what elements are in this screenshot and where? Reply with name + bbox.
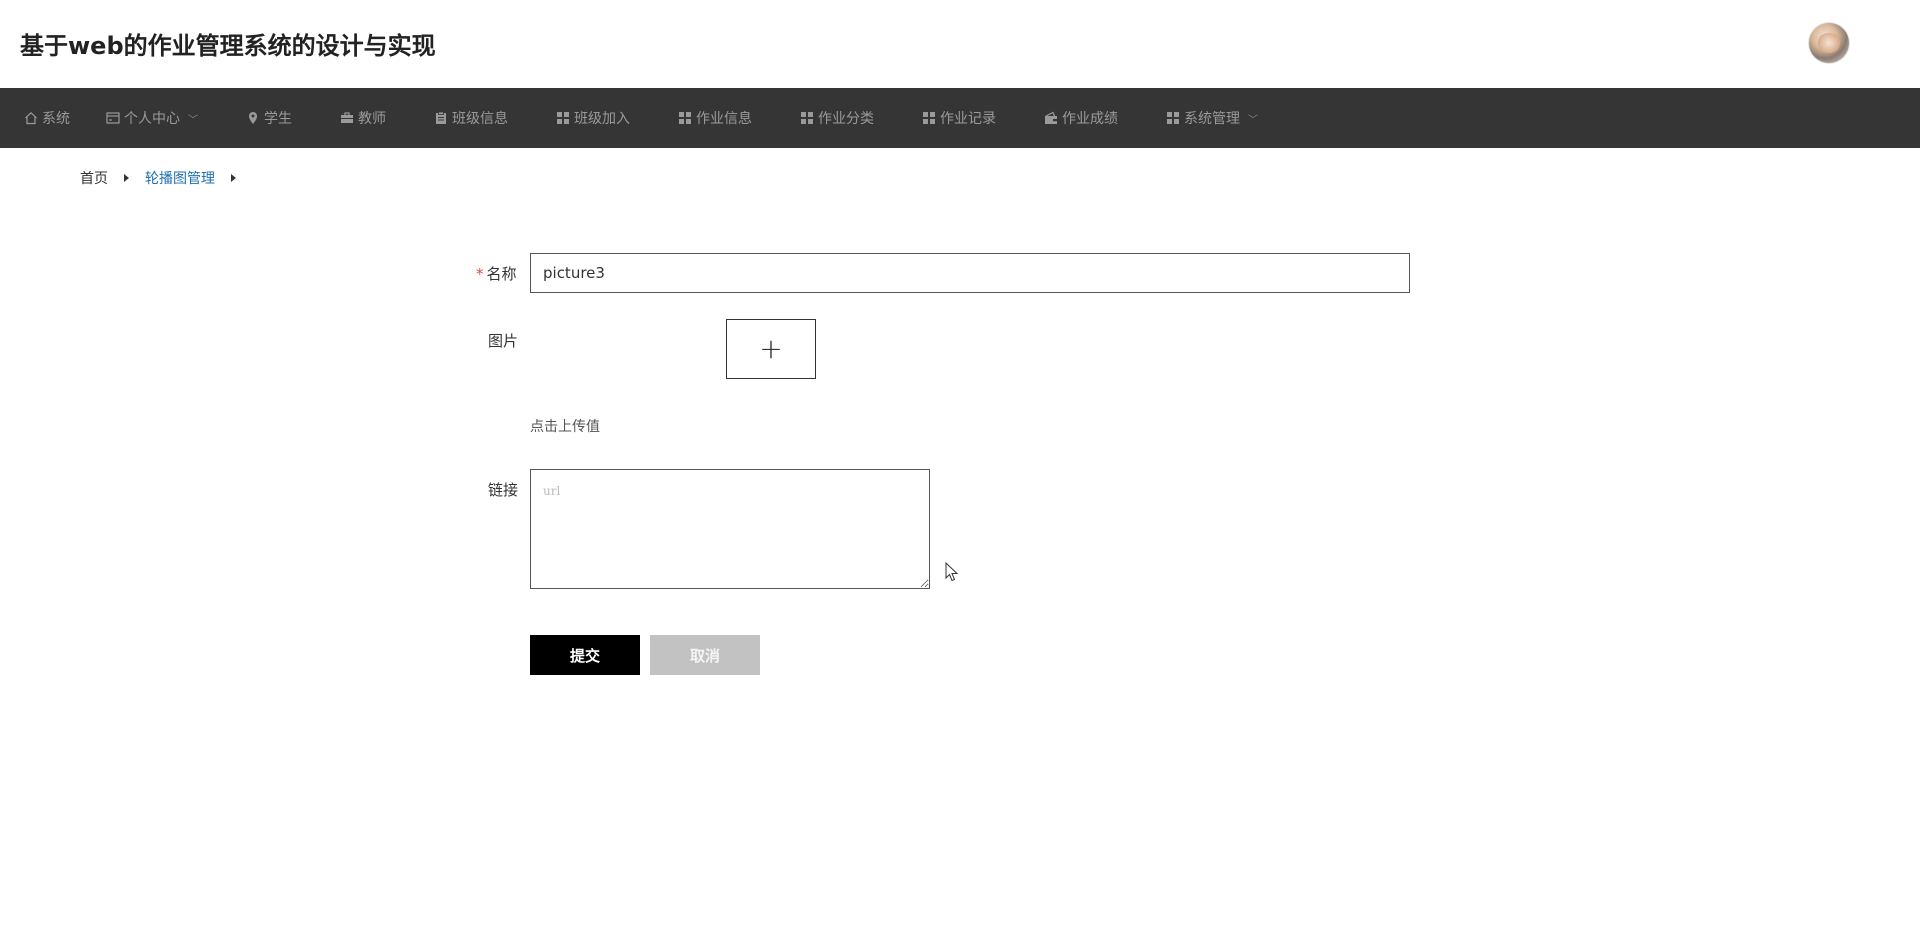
nav-item-personal-center[interactable]: 个人中心 ﹀ — [106, 88, 198, 148]
name-input[interactable] — [530, 253, 1410, 293]
site-title: 基于web的作业管理系统的设计与实现 — [20, 32, 436, 60]
grid-icon — [1166, 111, 1180, 125]
clipboard-icon — [434, 111, 448, 125]
caret-right-icon — [124, 174, 129, 182]
nav-item-homework-records[interactable]: 作业记录 — [922, 88, 996, 148]
upload-hint: 点击上传值 — [530, 419, 600, 435]
name-label: * 名称 — [476, 263, 517, 284]
nav-item-system-management[interactable]: 系统管理 ﹀ — [1166, 88, 1258, 148]
breadcrumb: 首页 轮播图管理 — [80, 168, 252, 188]
nav-item-label: 作业分类 — [818, 111, 874, 127]
mouse-cursor-icon — [945, 562, 959, 582]
nav-item-label: 作业记录 — [940, 111, 996, 127]
nav-item-label: 系统 — [42, 111, 70, 127]
grid-icon — [800, 111, 814, 125]
nav-item-label: 班级加入 — [574, 111, 630, 127]
nav-item-teachers[interactable]: 教师 — [340, 88, 386, 148]
main-nav: 系统 个人中心 ﹀ 学生 教师 班级信息 班级加入 作业信息 作业分类 作业记录… — [0, 88, 1920, 148]
required-mark: * — [476, 265, 484, 283]
briefcase-icon — [340, 111, 354, 125]
link-textarea[interactable] — [530, 469, 930, 589]
card-icon — [106, 111, 120, 125]
submit-button[interactable]: 提交 — [530, 635, 640, 675]
breadcrumb-home[interactable]: 首页 — [80, 168, 108, 188]
plus-icon: + — [759, 332, 783, 365]
name-label-text: 名称 — [486, 265, 517, 283]
nav-item-class-info[interactable]: 班级信息 — [434, 88, 508, 148]
home-icon — [24, 111, 38, 125]
nav-item-system[interactable]: 系统 — [24, 88, 70, 148]
user-avatar[interactable] — [1808, 22, 1850, 64]
link-label: 链接 — [488, 481, 519, 499]
header: 基于web的作业管理系统的设计与实现 — [0, 0, 1920, 88]
location-pin-icon — [246, 111, 260, 125]
nav-item-label: 教师 — [358, 111, 386, 127]
cancel-button[interactable]: 取消 — [650, 635, 760, 675]
nav-item-class-join[interactable]: 班级加入 — [556, 88, 630, 148]
image-label: 图片 — [488, 332, 519, 350]
nav-item-homework-category[interactable]: 作业分类 — [800, 88, 874, 148]
nav-item-label: 学生 — [264, 111, 292, 127]
nav-item-label: 系统管理 — [1184, 111, 1240, 127]
caret-right-icon — [231, 174, 236, 182]
breadcrumb-current[interactable]: 轮播图管理 — [145, 168, 215, 188]
wallet-icon — [1044, 111, 1058, 125]
grid-icon — [922, 111, 936, 125]
chevron-down-icon: ﹀ — [188, 114, 198, 126]
grid-icon — [678, 111, 692, 125]
nav-item-homework-info[interactable]: 作业信息 — [678, 88, 752, 148]
nav-item-label: 个人中心 — [124, 111, 180, 127]
chevron-down-icon: ﹀ — [1248, 114, 1258, 126]
nav-item-label: 作业信息 — [696, 111, 752, 127]
nav-item-label: 班级信息 — [452, 111, 508, 127]
nav-item-homework-grades[interactable]: 作业成绩 — [1044, 88, 1118, 148]
nav-item-label: 作业成绩 — [1062, 111, 1118, 127]
grid-icon — [556, 111, 570, 125]
nav-item-students[interactable]: 学生 — [246, 88, 292, 148]
image-upload-button[interactable]: + — [726, 319, 816, 379]
